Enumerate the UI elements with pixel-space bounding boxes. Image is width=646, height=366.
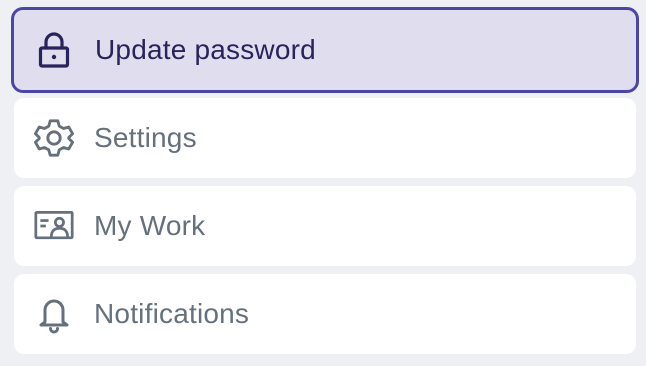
gear-icon (34, 118, 74, 158)
bell-icon (34, 294, 74, 334)
menu-item-notifications[interactable]: Notifications (14, 274, 636, 354)
id-card-icon (34, 206, 74, 246)
menu-item-update-password[interactable]: Update password (11, 7, 639, 93)
account-menu: Update password Settings My Work Notific… (0, 0, 646, 366)
menu-item-label: Settings (94, 122, 197, 153)
menu-item-label: Notifications (94, 298, 250, 329)
lock-icon (34, 30, 74, 70)
menu-item-label: My Work (94, 210, 206, 241)
menu-item-my-work[interactable]: My Work (14, 186, 636, 266)
menu-item-settings[interactable]: Settings (14, 98, 636, 178)
menu-item-label: Update password (95, 34, 316, 65)
